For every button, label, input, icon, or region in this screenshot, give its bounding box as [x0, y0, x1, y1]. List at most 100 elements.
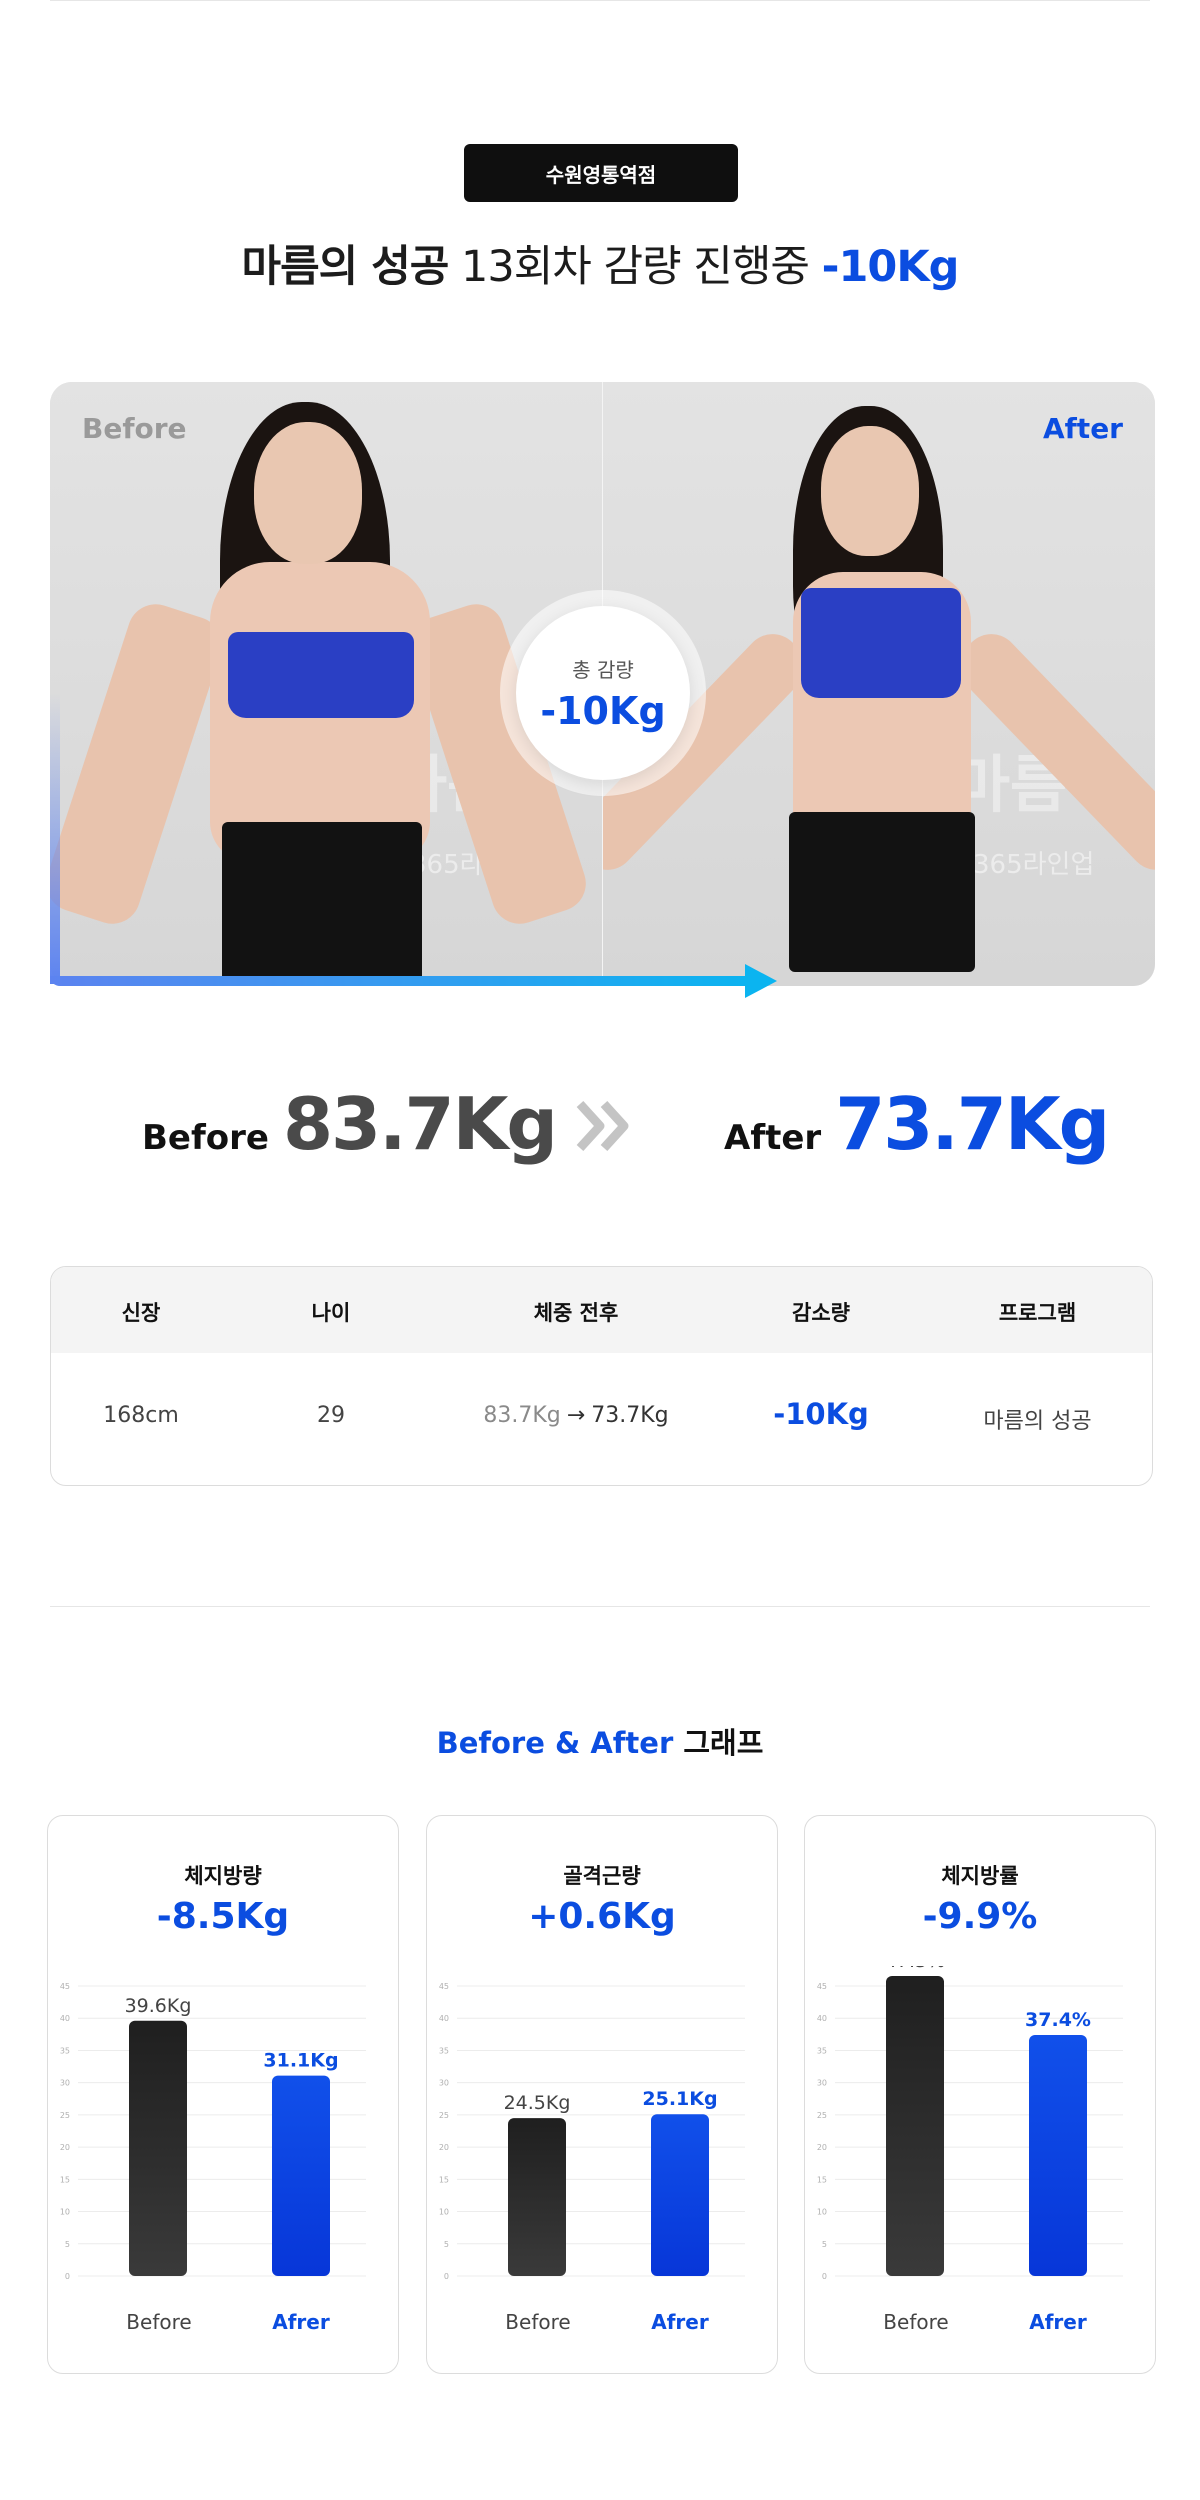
header-height: 신장 [121, 1301, 161, 1325]
info-table: 신장 나이 체중 전후 감소량 프로그램 168cm 29 83.7Kg → 73.… [50, 1266, 1153, 1486]
header-reduction: 감소량 [792, 1301, 850, 1325]
before-bar [129, 2020, 187, 2276]
before-weight-value: 83.7Kg [282, 1082, 558, 1166]
y-tick-label: 40 [817, 2014, 827, 2023]
x-label-after: Afrer [1029, 2310, 1087, 2334]
arrow-right-icon [745, 964, 777, 998]
after-value-label: 31.1Kg [263, 2050, 338, 2072]
section-divider [50, 1606, 1150, 1607]
x-label-after: Afrer [272, 2310, 330, 2334]
progress-arrow-line [50, 976, 758, 986]
after-photo-label: After [1042, 412, 1123, 445]
x-label-before: Before [126, 2310, 192, 2334]
y-tick-label: 20 [60, 2143, 70, 2152]
y-tick-label: 10 [817, 2208, 827, 2217]
header-weight-change: 체중 전후 [533, 1301, 619, 1325]
cell-weight-to: 73.7Kg [591, 1403, 669, 1428]
before-bar [886, 1976, 944, 2276]
y-tick-label: 45 [60, 1982, 70, 1991]
x-label-before: Before [883, 2310, 949, 2334]
before-weight: Before 83.7Kg [142, 1082, 558, 1166]
y-tick-label: 5 [822, 2240, 827, 2249]
after-value-label: 25.1Kg [642, 2088, 717, 2110]
y-tick-label: 20 [439, 2143, 449, 2152]
y-tick-label: 0 [444, 2272, 449, 2281]
graph-title-highlight: Before & After [436, 1726, 674, 1760]
double-chevron-right-icon [576, 1100, 629, 1152]
total-loss-value: -10Kg [540, 688, 666, 733]
branch-badge: 수원영통역점 [464, 144, 738, 202]
before-bar [508, 2118, 566, 2276]
y-tick-label: 25 [60, 2111, 70, 2120]
before-photo-label: Before [82, 412, 187, 445]
after-weight-label: After [724, 1118, 822, 1158]
after-bar [651, 2114, 709, 2276]
x-label-after: Afrer [651, 2310, 709, 2334]
chart-title: 체지방량 [184, 1864, 262, 1888]
headline-program: 마름의 성공 [241, 242, 450, 292]
before-value-label: 24.5Kg [504, 2092, 571, 2114]
y-tick-label: 25 [439, 2111, 449, 2120]
y-tick-label: 0 [65, 2272, 70, 2281]
y-tick-label: 35 [817, 2046, 827, 2055]
chart-card-body-fat-mass: 체지방량 -8.5Kg 0 5 10 15 20 25 30 35 40 45 39.6Kg 31.1… [47, 1815, 399, 2374]
header-age: 나이 [311, 1301, 351, 1325]
y-tick-label: 40 [439, 2014, 449, 2023]
y-tick-label: 35 [439, 2046, 449, 2055]
y-tick-label: 25 [817, 2111, 827, 2120]
chart-delta: -9.9% [922, 1896, 1038, 1937]
x-label-before: Before [505, 2310, 571, 2334]
chart-card-body-fat-percent: 체지방률 -9.9% 05101520253035404547.3%37.4% … [804, 1815, 1156, 2374]
cell-age: 29 [317, 1403, 345, 1428]
after-weight: After 73.7Kg [724, 1082, 1110, 1166]
chart-delta: +0.6Kg [528, 1896, 676, 1937]
before-weight-label: Before [142, 1118, 269, 1158]
y-tick-label: 35 [60, 2046, 70, 2055]
bar-chart: 0 5 10 15 20 25 30 35 40 45 39.6Kg 31.1Kg [60, 1982, 366, 2281]
after-weight-value: 73.7Kg [835, 1082, 1110, 1166]
y-tick-label: 10 [60, 2208, 70, 2217]
headline-loss: -10Kg [821, 242, 960, 292]
graph-section-title: Before & After 그래프 [0, 1720, 1200, 1762]
info-table-header: 신장 나이 체중 전후 감소량 프로그램 [51, 1267, 1152, 1353]
after-bar [1029, 2034, 1087, 2276]
arrow-right-icon: → [566, 1403, 586, 1428]
bar-chart: 0 5 10 15 20 25 30 35 40 45 24.5Kg 25.1Kg [439, 1982, 745, 2281]
y-tick-label: 30 [60, 2079, 70, 2088]
top-divider [50, 0, 1150, 1]
y-tick-label: 0 [822, 2272, 827, 2281]
before-value-label: 47.3% [885, 1966, 945, 1972]
y-tick-label: 40 [60, 2014, 70, 2023]
cell-reduction: -10Kg [773, 1397, 869, 1431]
graph-title-rest: 그래프 [673, 1726, 764, 1760]
y-tick-label: 30 [817, 2079, 827, 2088]
after-bar [272, 2075, 330, 2276]
y-tick-label: 15 [60, 2175, 70, 2184]
y-tick-label: 30 [439, 2079, 449, 2088]
y-tick-label: 10 [439, 2208, 449, 2217]
progress-arrow-tail [50, 692, 60, 984]
cell-program: 마름의 성공 [983, 1409, 1092, 1434]
cell-weight-change: 83.7Kg → 73.7Kg [431, 1403, 721, 1428]
chart-title: 체지방률 [941, 1864, 1019, 1888]
headline-session: 13회차 감량 진행중 [448, 242, 822, 292]
after-value-label: 37.4% [1025, 2009, 1091, 2031]
y-tick-label: 45 [817, 1982, 827, 1991]
page-headline: 마름의 성공 13회차 감량 진행중 -10Kg [0, 232, 1200, 294]
chart-title: 골격근량 [563, 1864, 641, 1888]
total-loss-label: 총 감량 [572, 657, 634, 682]
chart-card-skeletal-muscle: 골격근량 +0.6Kg 0 5 10 15 20 25 30 35 40 45 24.5Kg 25.1… [426, 1815, 778, 2374]
y-tick-label: 15 [817, 2175, 827, 2184]
before-value-label: 39.6Kg [125, 1995, 192, 2017]
header-program: 프로그램 [998, 1301, 1077, 1325]
y-tick-label: 15 [439, 2175, 449, 2184]
y-tick-label: 5 [444, 2240, 449, 2249]
y-tick-label: 5 [65, 2240, 70, 2249]
cell-height: 168cm [103, 1403, 179, 1428]
cell-weight-from: 83.7Kg [483, 1403, 561, 1428]
total-loss-circle: 총 감량 -10Kg [516, 606, 690, 780]
bar-chart: 0 5 10 15 20 25 30 35 40 45 47.3% 37.4% [817, 1966, 1123, 2281]
y-tick-label: 45 [439, 1982, 449, 1991]
y-tick-label: 20 [817, 2143, 827, 2152]
chart-delta: -8.5Kg [156, 1896, 290, 1937]
